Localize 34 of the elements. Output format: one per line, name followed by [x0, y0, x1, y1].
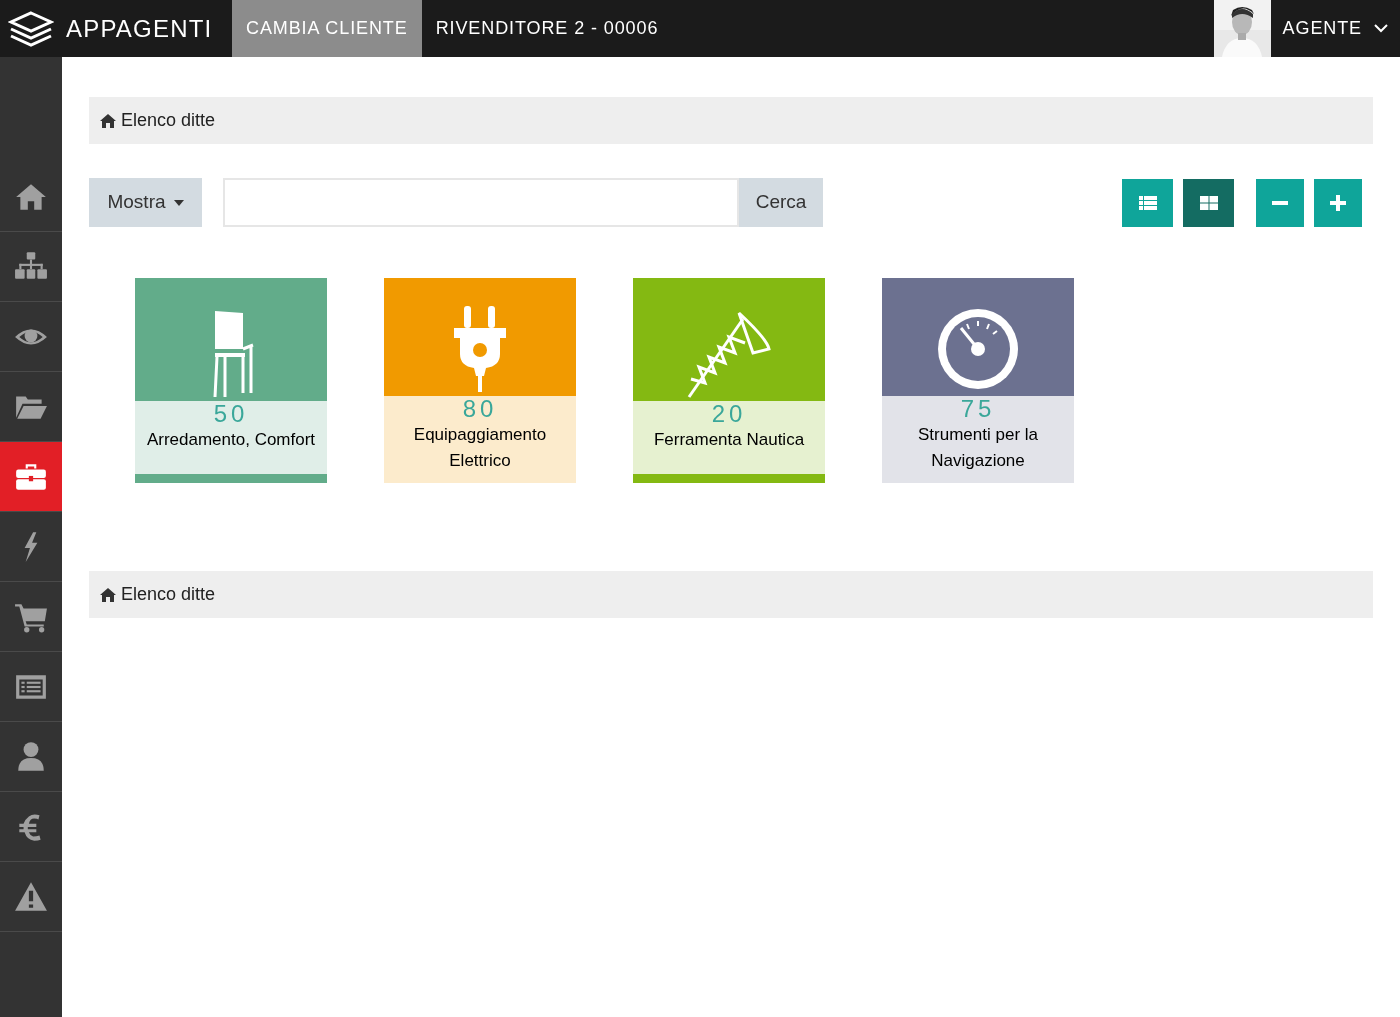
category-card[interactable]: 50 Arredamento, Comfort — [135, 278, 327, 483]
search-field[interactable] — [223, 178, 739, 227]
expand-button[interactable] — [1314, 178, 1362, 227]
nav-tab[interactable]: RIVENDITORE 2 - 00006 — [421, 0, 673, 57]
logo-icon — [8, 9, 54, 48]
category-card[interactable]: 80 Equipaggiamento Elettrico — [384, 278, 576, 483]
list-view-icon — [1138, 195, 1157, 210]
count-text: 50 — [212, 401, 250, 427]
user-menu[interactable]: AGENTE — [1270, 0, 1400, 57]
home-icon — [99, 112, 117, 129]
search-button[interactable]: Cerca — [739, 178, 823, 227]
breadcrumb-text: Elenco ditte — [121, 109, 216, 132]
category-card[interactable]: 75 Strumenti per la Navigazione — [882, 278, 1074, 483]
category-label: Equipaggiamento Elettrico — [412, 424, 548, 473]
chevron-down-icon — [1374, 24, 1388, 33]
collapse-button[interactable] — [1256, 178, 1304, 227]
breadcrumb-text: Elenco ditte — [121, 583, 216, 606]
grid-view-icon — [1199, 195, 1218, 210]
category-label: Strumenti per la Navigazione — [917, 424, 1039, 473]
show-dropdown[interactable]: Mostra — [89, 178, 202, 227]
minus-icon — [1272, 200, 1288, 205]
count-text: 75 — [959, 396, 997, 423]
count-text: 80 — [461, 396, 499, 423]
category-label: Ferramenta Nautica — [652, 429, 806, 451]
plus-icon — [1330, 194, 1346, 211]
home-icon — [99, 586, 117, 603]
sidebar-item[interactable] — [0, 442, 62, 512]
grid-view-button[interactable] — [1183, 178, 1234, 227]
count-text: 20 — [710, 401, 748, 427]
category-label: Arredamento, Comfort — [145, 429, 317, 451]
app-logo: APPAGENTI — [66, 13, 213, 44]
category-card[interactable]: 20 Ferramenta Nautica — [633, 278, 825, 483]
caret-icon — [173, 199, 184, 206]
list-view-button[interactable] — [1122, 178, 1173, 227]
